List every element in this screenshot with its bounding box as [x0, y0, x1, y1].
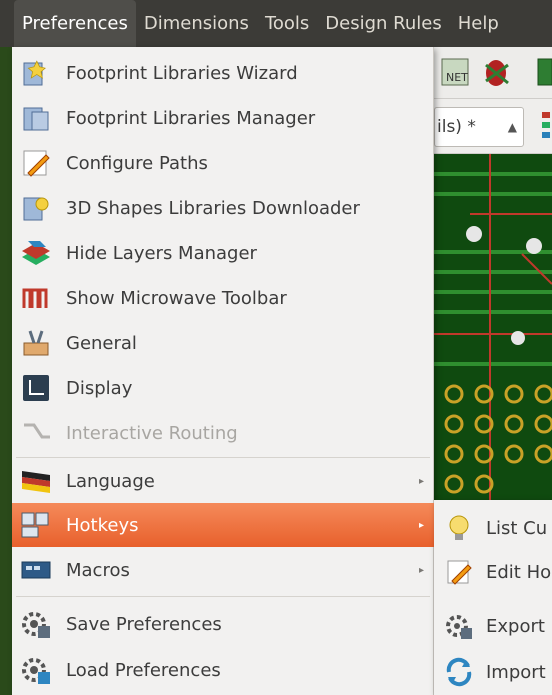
pcb-traces — [434, 154, 552, 500]
menubar: Preferences Dimensions Tools Design Rule… — [0, 0, 552, 47]
flag-icon — [18, 463, 54, 499]
lightbulb-icon — [442, 511, 476, 545]
menu-item-interactive-routing: Interactive Routing — [12, 411, 434, 455]
preferences-menu: Footprint Libraries Wizard Footprint Lib… — [12, 47, 434, 695]
toolbar-icons: NET — [441, 58, 552, 86]
menu-dimensions[interactable]: Dimensions — [136, 0, 257, 47]
menu-help[interactable]: Help — [450, 0, 507, 47]
menu-design-rules[interactable]: Design Rules — [317, 0, 449, 47]
menu-item-display[interactable]: Display — [12, 366, 434, 410]
menu-item-macros[interactable]: Macros ▸ — [12, 548, 434, 592]
load-gear-icon — [18, 652, 54, 688]
menu-item-3d-shapes-downloader[interactable]: 3D Shapes Libraries Downloader — [12, 186, 434, 230]
microwave-icon — [18, 280, 54, 316]
import-refresh-icon — [442, 655, 476, 689]
submenu-arrow-icon: ▸ — [418, 519, 424, 531]
export-gear-icon — [442, 609, 476, 643]
layer-color-icon — [542, 112, 550, 138]
hotkeys-icon — [18, 507, 54, 543]
hotkeys-submenu: List Cu Edit Ho Export Import — [434, 500, 552, 695]
menu-tools[interactable]: Tools — [257, 0, 317, 47]
submenu-item-import-hotkeys[interactable]: Import — [434, 650, 552, 694]
wizard-icon — [18, 55, 54, 91]
save-gear-icon — [18, 606, 54, 642]
menu-item-general[interactable]: General — [12, 321, 434, 365]
menu-item-footprint-libraries-manager[interactable]: Footprint Libraries Manager — [12, 96, 434, 140]
pcb-canvas[interactable] — [434, 154, 552, 500]
top-toolbar: NET — [434, 47, 552, 99]
menu-item-language[interactable]: Language ▸ — [12, 459, 434, 503]
menu-separator — [16, 596, 430, 597]
unit-select[interactable]: ils) * ▲▼ — [434, 107, 524, 172]
menu-preferences[interactable]: Preferences — [14, 0, 136, 47]
macros-icon — [18, 552, 54, 588]
submenu-item-list-current-keys[interactable]: List Cu — [434, 506, 552, 550]
left-canvas-strip — [0, 47, 12, 695]
menu-item-hotkeys[interactable]: Hotkeys ▸ — [12, 503, 434, 547]
menu-item-load-preferences[interactable]: Load Preferences — [12, 648, 434, 692]
pencil-icon — [442, 555, 476, 589]
menu-item-save-preferences[interactable]: Save Preferences — [12, 602, 434, 646]
pencil-icon — [18, 145, 54, 181]
layers-icon — [18, 235, 54, 271]
svg-text:NET: NET — [446, 71, 468, 84]
tools-icon — [18, 325, 54, 361]
routing-icon — [18, 415, 54, 451]
display-icon — [18, 370, 54, 406]
menu-item-show-microwave-toolbar[interactable]: Show Microwave Toolbar — [12, 276, 434, 320]
menu-separator — [16, 457, 430, 458]
menu-item-hide-layers-manager[interactable]: Hide Layers Manager — [12, 231, 434, 275]
wizard-3d-icon — [18, 190, 54, 226]
submenu-arrow-icon: ▸ — [418, 475, 424, 487]
menu-item-configure-paths[interactable]: Configure Paths — [12, 141, 434, 185]
submenu-item-export-hotkeys[interactable]: Export — [434, 604, 552, 648]
submenu-arrow-icon: ▸ — [418, 564, 424, 576]
submenu-item-edit-hotkeys[interactable]: Edit Ho — [434, 550, 552, 594]
library-manager-icon — [18, 100, 54, 136]
unit-select-value: ils) * — [437, 117, 476, 137]
menu-item-footprint-libraries-wizard[interactable]: Footprint Libraries Wizard — [12, 51, 434, 95]
